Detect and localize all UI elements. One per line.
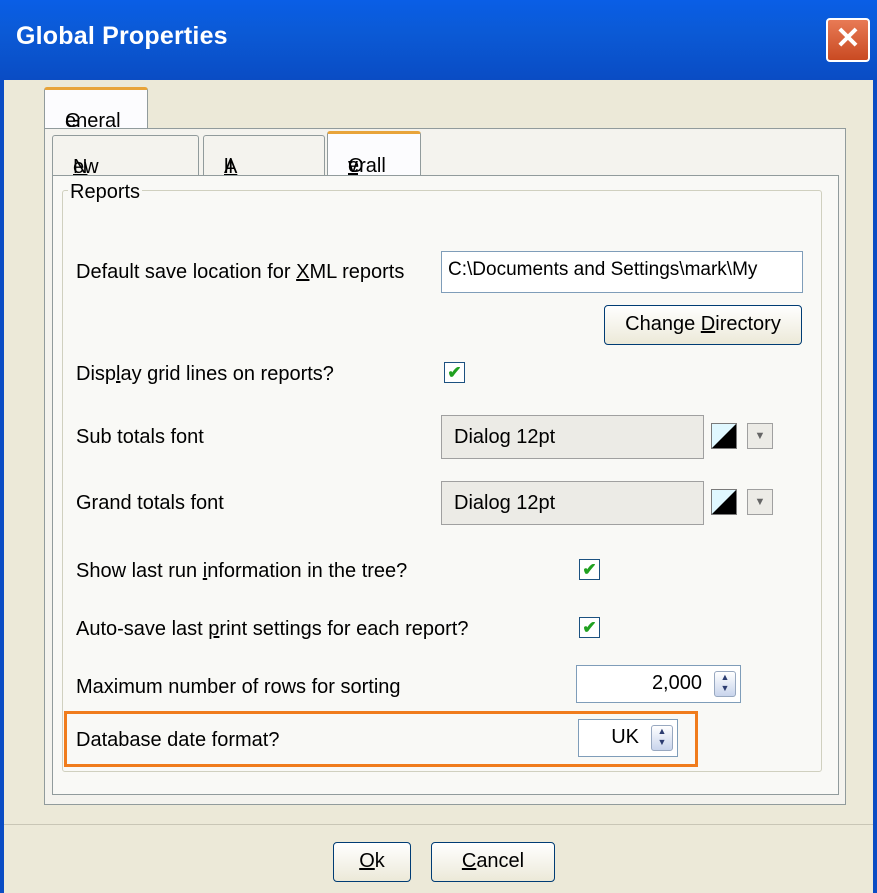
footer-separator (4, 824, 873, 825)
grid-lines-checkbox[interactable]: ✔ (444, 362, 465, 383)
close-icon[interactable]: ✕ (826, 18, 870, 62)
change-directory-button[interactable]: Change Directory (604, 305, 802, 345)
title-bar: Global Properties ✕ (0, 0, 877, 80)
date-format-spinner[interactable]: UK ▲ ▼ (578, 719, 678, 757)
date-format-label: Database date format? (76, 729, 280, 751)
auto-save-label: Auto-save last print settings for each r… (76, 618, 469, 640)
sub-totals-dropdown-arrow-icon[interactable]: ▼ (747, 423, 773, 449)
grand-totals-dropdown-arrow-icon[interactable]: ▼ (747, 489, 773, 515)
max-rows-label: Maximum number of rows for sorting (76, 676, 401, 698)
tab-overall[interactable]: Ov erall (327, 131, 421, 177)
grand-totals-color-icon[interactable] (711, 489, 737, 515)
max-rows-spinner[interactable]: 2,000 ▲ ▼ (576, 665, 741, 703)
last-run-checkbox[interactable]: ✔ (579, 559, 600, 580)
sub-totals-font-field[interactable]: Dialog 12pt (441, 415, 704, 459)
tab-new-queries[interactable]: New Queries (52, 135, 199, 201)
date-format-spin-icon[interactable]: ▲ ▼ (651, 725, 673, 751)
sub-totals-label: Sub totals font (76, 426, 204, 448)
grand-totals-label: Grand totals font (76, 492, 224, 514)
reports-group-legend: Reports (68, 181, 143, 204)
ok-button[interactable]: Ok (333, 842, 411, 882)
xml-location-label: Default save location for XML reports (76, 261, 405, 283)
window-title: Global Properties (16, 22, 228, 50)
max-rows-value: 2,000 (651, 672, 702, 694)
cancel-button[interactable]: Cancel (431, 842, 555, 882)
grid-lines-label: Display grid lines on reports? (76, 363, 334, 385)
grand-totals-font-field[interactable]: Dialog 12pt (441, 481, 704, 525)
auto-save-checkbox[interactable]: ✔ (579, 617, 600, 638)
tab-general[interactable]: General (44, 87, 148, 132)
window-frame-right (873, 80, 877, 893)
xml-location-field[interactable]: C:\Documents and Settings\mark\My (441, 251, 803, 293)
last-run-label: Show last run information in the tree? (76, 560, 408, 582)
tab-all-queries[interactable]: All Queries (203, 135, 325, 201)
sub-totals-color-icon[interactable] (711, 423, 737, 449)
window-frame-left (0, 80, 4, 893)
max-rows-spin-icon[interactable]: ▲ ▼ (714, 671, 736, 697)
date-format-value: UK (611, 726, 639, 748)
